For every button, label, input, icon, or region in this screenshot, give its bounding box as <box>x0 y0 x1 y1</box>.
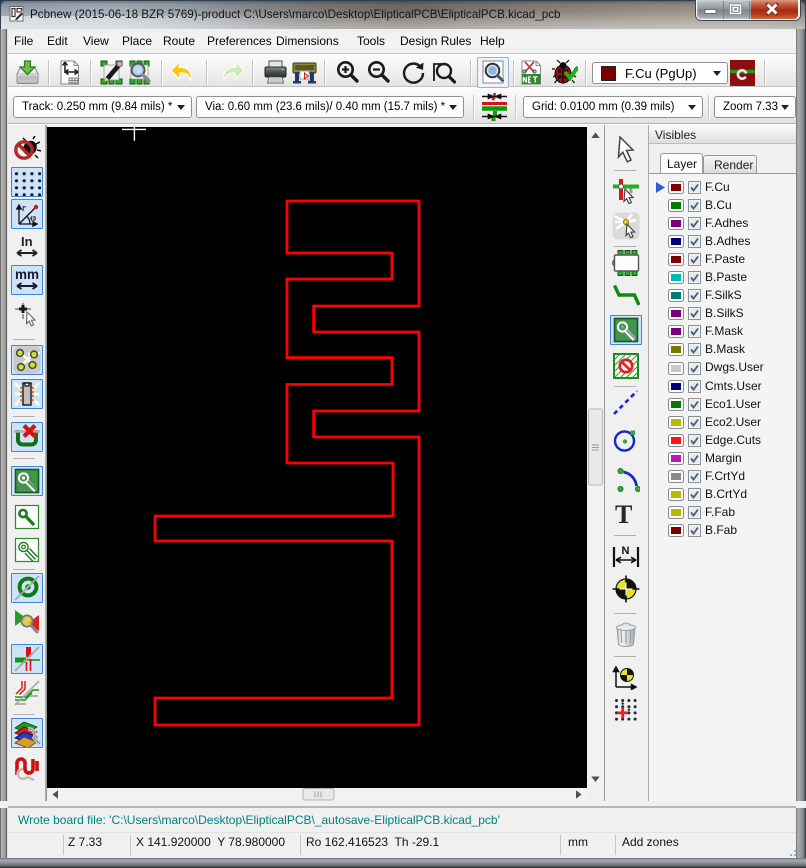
svg-text:φ: φ <box>30 213 36 224</box>
svg-text:N: N <box>622 545 630 557</box>
svg-text:T: T <box>615 500 632 528</box>
svg-text:r: r <box>22 203 26 214</box>
svg-text:mm: mm <box>15 267 39 282</box>
svg-text:In: In <box>21 234 33 249</box>
